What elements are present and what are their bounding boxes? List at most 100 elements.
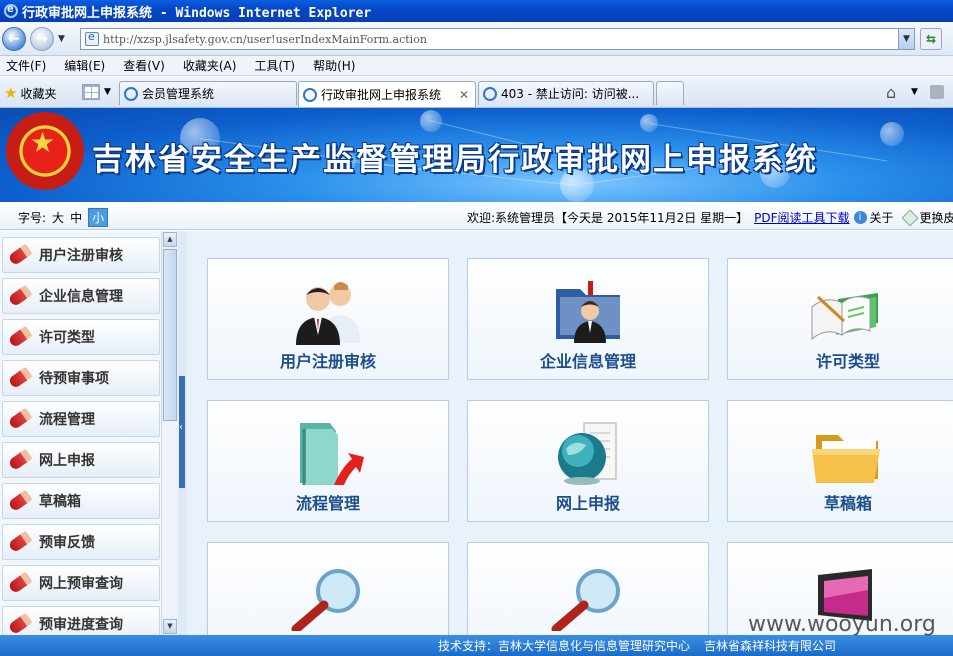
address-field[interactable]: http://xzsp.jlsafety.gov.cn/user!userInd…	[80, 28, 915, 50]
tab-ie-icon	[303, 87, 317, 102]
menu-file[interactable]: 文件(F)	[6, 57, 46, 74]
book-icon	[811, 293, 878, 341]
tile-enterprise-info[interactable]: 企业信息管理	[467, 258, 709, 380]
footer-company: 吉林省森祥科技有限公司	[704, 639, 837, 653]
star-icon: ★	[4, 84, 18, 102]
tile-user-registration[interactable]: 用户注册审核	[207, 258, 449, 380]
users-icon	[296, 282, 360, 345]
pen-icon	[7, 366, 33, 390]
forward-button[interactable]: →	[30, 27, 54, 51]
window-title: 行政审批网上申报系统 - Windows Internet Explorer	[22, 5, 372, 21]
back-button[interactable]: ←	[2, 27, 26, 51]
sidebar: 用户注册审核 企业信息管理 许可类型 待预审事项 流程管理 网上申报 草稿箱 预…	[0, 231, 178, 635]
collapse-sidebar-button[interactable]	[179, 376, 185, 488]
feeds-icon[interactable]	[930, 85, 944, 99]
magnifier-icon	[291, 569, 360, 631]
sidebar-item-label: 许可类型	[39, 330, 95, 346]
address-toolbar: ← → ▼ http://xzsp.jlsafety.gov.cn/user!u…	[0, 22, 953, 56]
pen-icon	[7, 325, 33, 349]
folder-arrow-icon	[300, 423, 364, 485]
sidebar-item-label: 预审反馈	[39, 535, 95, 551]
font-size-label: 字号:	[18, 211, 47, 225]
scroll-up-icon[interactable]: ▲	[163, 232, 177, 247]
sidebar-item-online-application[interactable]: 网上申报	[2, 442, 160, 478]
site-banner: 吉林省安全生产监督管理局行政审批网上申报系统	[0, 108, 953, 202]
ie-logo-icon	[4, 2, 18, 18]
tile-license-type[interactable]: 许可类型	[727, 258, 953, 380]
tab-ie-icon	[124, 86, 138, 101]
decorative-bubble	[880, 122, 904, 146]
tile-progress-query[interactable]	[467, 542, 709, 635]
folder-user-icon	[556, 281, 620, 343]
scroll-thumb[interactable]	[163, 249, 177, 421]
menu-bar: 文件(F) 编辑(E) 查看(V) 收藏夹(A) 工具(T) 帮助(H)	[0, 56, 953, 76]
footer: 技术支持：吉林大学信息化与信息管理研究中心 吉林省森祥科技有限公司	[0, 635, 953, 656]
pen-icon	[7, 571, 33, 595]
sidebar-item-progress-query[interactable]: 预审进度查询	[2, 606, 160, 635]
page-icon	[85, 30, 99, 46]
sidebar-item-license-type[interactable]: 许可类型	[2, 319, 160, 355]
window-title-bar: 行政审批网上申报系统 - Windows Internet Explorer	[0, 0, 953, 22]
menu-help[interactable]: 帮助(H)	[313, 57, 355, 74]
tab-approval-system[interactable]: 行政审批网上申报系统 ✕	[298, 81, 476, 107]
tab-list-dropdown-icon[interactable]: ▼	[104, 87, 111, 97]
sidebar-item-label: 网上预审查询	[39, 576, 123, 592]
sidebar-item-workflow[interactable]: 流程管理	[2, 401, 160, 437]
pen-icon	[7, 489, 33, 513]
magnifier-icon	[551, 569, 620, 631]
sidebar-scrollbar[interactable]: ▲ ▼	[161, 231, 178, 635]
sidebar-item-user-registration[interactable]: 用户注册审核	[2, 237, 160, 273]
pen-icon	[7, 448, 33, 472]
info-icon[interactable]: i	[853, 211, 867, 224]
close-tab-icon[interactable]: ✕	[459, 88, 469, 102]
sidebar-item-drafts[interactable]: 草稿箱	[2, 483, 160, 519]
tile-drafts[interactable]: 草稿箱	[727, 400, 953, 522]
safety-emblem-icon	[6, 112, 84, 190]
info-bar: 字号: 大 中 小 欢迎:系统管理员【今天是 2015年11月2日 星期一】 P…	[0, 202, 953, 230]
scroll-down-icon[interactable]: ▼	[163, 619, 177, 634]
sidebar-item-enterprise-info[interactable]: 企业信息管理	[2, 278, 160, 314]
address-dropdown-icon[interactable]: ▼	[898, 29, 914, 49]
font-size-large[interactable]: 大	[52, 209, 64, 226]
sidebar-item-online-review-query[interactable]: 网上预审查询	[2, 565, 160, 601]
address-url[interactable]: http://xzsp.jlsafety.gov.cn/user!userInd…	[103, 33, 427, 46]
refresh-button[interactable]: ⇆	[920, 28, 942, 50]
sidebar-item-pending-review[interactable]: 待预审事项	[2, 360, 160, 396]
menu-tools[interactable]: 工具(T)	[254, 57, 295, 74]
sidebar-item-label: 企业信息管理	[39, 289, 123, 305]
new-tab-button[interactable]	[656, 81, 684, 105]
font-size-small[interactable]: 小	[88, 208, 109, 227]
tile-workflow[interactable]: 流程管理	[207, 400, 449, 522]
pen-icon	[7, 407, 33, 431]
tile-online-application[interactable]: 网上申报	[467, 400, 709, 522]
about-link[interactable]: 关于	[870, 209, 894, 226]
tab-403[interactable]: 403 - 禁止访问: 访问被...	[478, 81, 654, 105]
quick-tabs-icon[interactable]	[82, 84, 100, 100]
welcome-text: 欢迎:系统管理员【今天是 2015年11月2日 星期一】	[467, 211, 749, 225]
pdf-download-link[interactable]: PDF阅读工具下载	[754, 209, 849, 226]
home-icon[interactable]: ⌂	[886, 83, 896, 102]
tab-label: 403 - 禁止访问: 访问被...	[501, 87, 640, 101]
sidebar-item-label: 预审进度查询	[39, 617, 123, 633]
favorites-button[interactable]: ★ 收藏夹	[4, 84, 56, 102]
skin-tag-icon[interactable]	[901, 209, 919, 226]
pen-icon	[7, 284, 33, 308]
banner-title: 吉林省安全生产监督管理局行政审批网上申报系统	[92, 142, 818, 178]
tab-bar: ★ 收藏夹 ▼ 会员管理系统 行政审批网上申报系统 ✕ 403 - 禁止访问: …	[0, 77, 953, 108]
menu-edit[interactable]: 编辑(E)	[64, 57, 105, 74]
tile-online-review-query[interactable]	[207, 542, 449, 635]
tab-member-system[interactable]: 会员管理系统	[119, 81, 297, 105]
tile-label: 网上申报	[555, 494, 620, 513]
tab-ie-icon	[483, 86, 497, 101]
home-dropdown-icon[interactable]: ▼	[911, 87, 918, 97]
favorites-label: 收藏夹	[20, 86, 57, 101]
folder-icon	[812, 435, 880, 483]
menu-view[interactable]: 查看(V)	[123, 57, 165, 74]
change-skin-link[interactable]: 更换皮肤	[920, 209, 953, 226]
menu-favorites[interactable]: 收藏夹(A)	[183, 57, 237, 74]
font-size-medium[interactable]: 中	[70, 209, 82, 226]
font-size-selector: 字号: 大 中 小	[18, 208, 114, 227]
sidebar-item-review-feedback[interactable]: 预审反馈	[2, 524, 160, 560]
recent-pages-dropdown-icon[interactable]: ▼	[58, 34, 65, 44]
globe-document-icon	[558, 422, 617, 485]
